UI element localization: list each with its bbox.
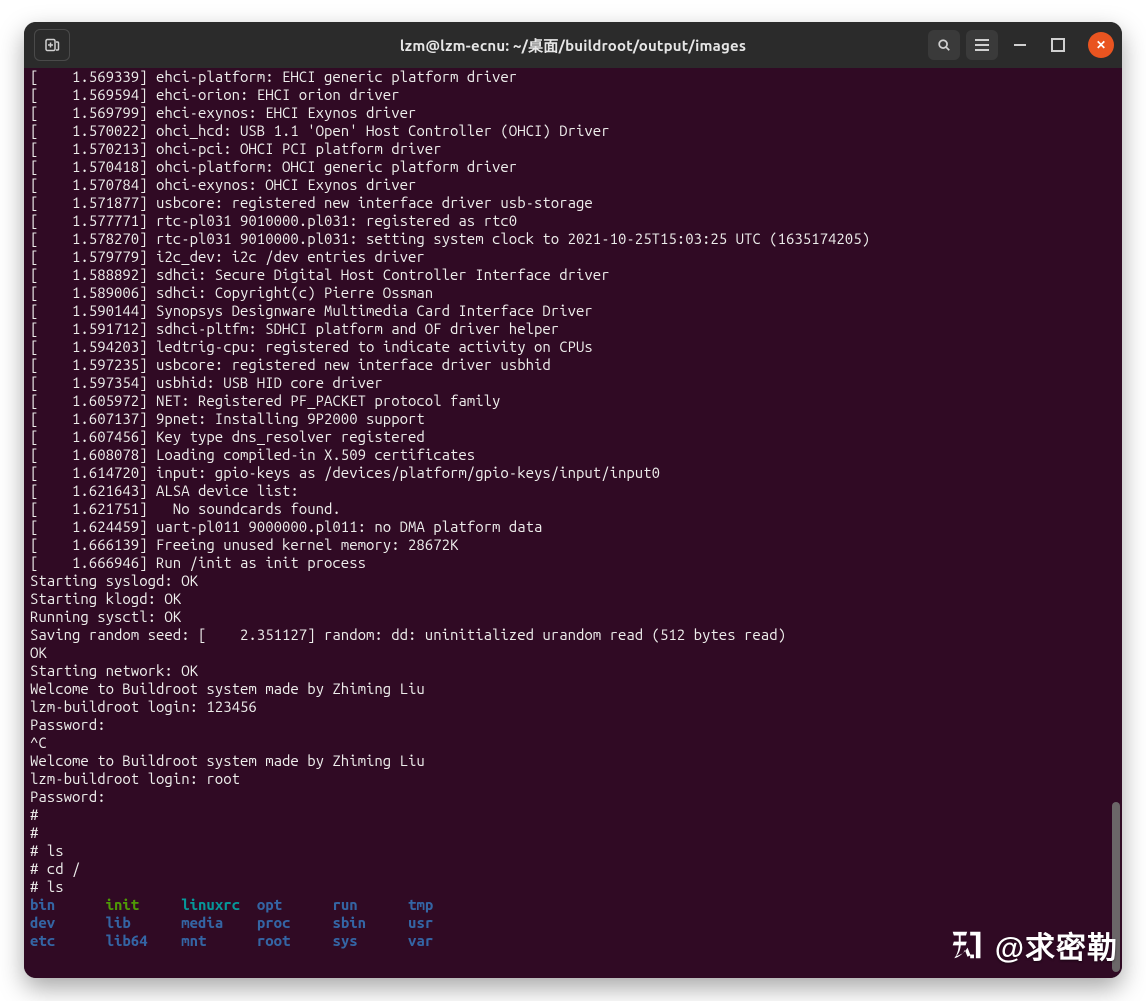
ls-entry: media	[181, 914, 257, 931]
kernel-log-line: [ 1.624459] uart-pl011 9000000.pl011: no…	[30, 518, 1116, 536]
terminal-line: Welcome to Buildroot system made by Zhim…	[30, 752, 1116, 770]
kernel-log-line: [ 1.621643] ALSA device list:	[30, 482, 1116, 500]
terminal-line: # ls	[30, 842, 1116, 860]
ls-entry: tmp	[408, 896, 484, 913]
kernel-log-line: [ 1.666139] Freeing unused kernel memory…	[30, 536, 1116, 554]
kernel-log-line: [ 1.608078] Loading compiled-in X.509 ce…	[30, 446, 1116, 464]
minimize-icon	[1014, 44, 1026, 46]
ls-entry: sbin	[332, 914, 408, 931]
kernel-log-line: [ 1.569594] ehci-orion: EHCI orion drive…	[30, 86, 1116, 104]
terminal-line: Welcome to Buildroot system made by Zhim…	[30, 680, 1116, 698]
maximize-button[interactable]	[1042, 30, 1074, 60]
kernel-log-line: [ 1.569339] ehci-platform: EHCI generic …	[30, 68, 1116, 86]
kernel-log-line: [ 1.594203] ledtrig-cpu: registered to i…	[30, 338, 1116, 356]
ls-entry: lib	[106, 914, 182, 931]
terminal-line: Saving random seed: [ 2.351127] random: …	[30, 626, 1116, 644]
terminal-viewport[interactable]: [ 1.569339] ehci-platform: EHCI generic …	[24, 68, 1122, 978]
kernel-log-line: [ 1.597354] usbhid: USB HID core driver	[30, 374, 1116, 392]
terminal-line: Running sysctl: OK	[30, 608, 1116, 626]
ls-row: dev lib media proc sbin usr	[30, 914, 1116, 932]
ls-entry: run	[332, 896, 408, 913]
search-icon	[937, 38, 951, 52]
terminal-line: #	[30, 824, 1116, 842]
terminal-line: # cd /	[30, 860, 1116, 878]
kernel-log-line: [ 1.588892] sdhci: Secure Digital Host C…	[30, 266, 1116, 284]
terminal-line: OK	[30, 644, 1116, 662]
terminal-line: Password:	[30, 716, 1116, 734]
kernel-log-line: [ 1.579779] i2c_dev: i2c /dev entries dr…	[30, 248, 1116, 266]
kernel-log-line: [ 1.570418] ohci-platform: OHCI generic …	[30, 158, 1116, 176]
terminal-line: Starting klogd: OK	[30, 590, 1116, 608]
kernel-log-line: [ 1.569799] ehci-exynos: EHCI Exynos dri…	[30, 104, 1116, 122]
kernel-log-line: [ 1.570784] ohci-exynos: OHCI Exynos dri…	[30, 176, 1116, 194]
ls-entry: init	[106, 896, 182, 913]
terminal-content: [ 1.569339] ehci-platform: EHCI generic …	[30, 68, 1116, 950]
new-tab-icon	[44, 37, 60, 53]
ls-entry: var	[408, 932, 484, 949]
close-icon: ✕	[1096, 38, 1106, 52]
maximize-icon	[1051, 38, 1065, 52]
ls-entry: usr	[408, 914, 484, 931]
terminal-line: Starting network: OK	[30, 662, 1116, 680]
ls-entry: opt	[257, 896, 333, 913]
ls-row: bin init linuxrc opt run tmp	[30, 896, 1116, 914]
kernel-log-line: [ 1.597235] usbcore: registered new inte…	[30, 356, 1116, 374]
ls-entry: mnt	[181, 932, 257, 949]
kernel-log-line: [ 1.577771] rtc-pl031 9010000.pl031: reg…	[30, 212, 1116, 230]
terminal-line: #	[30, 806, 1116, 824]
ls-entry: etc	[30, 932, 106, 949]
kernel-log-line: [ 1.590144] Synopsys Designware Multimed…	[30, 302, 1116, 320]
kernel-log-line: [ 1.607456] Key type dns_resolver regist…	[30, 428, 1116, 446]
minimize-button[interactable]	[1004, 30, 1036, 60]
kernel-log-line: [ 1.591712] sdhci-pltfm: SDHCI platform …	[30, 320, 1116, 338]
terminal-line: ^C	[30, 734, 1116, 752]
close-button[interactable]: ✕	[1088, 32, 1114, 58]
ls-entry: proc	[257, 914, 333, 931]
kernel-log-line: [ 1.570022] ohci_hcd: USB 1.1 'Open' Hos…	[30, 122, 1116, 140]
scrollbar-thumb[interactable]	[1112, 802, 1120, 972]
terminal-line: Password:	[30, 788, 1116, 806]
terminal-window: lzm@lzm-ecnu: ~/桌面/buildroot/output/imag…	[24, 22, 1122, 978]
terminal-line: # ls	[30, 878, 1116, 896]
ls-entry: root	[257, 932, 333, 949]
kernel-log-line: [ 1.578270] rtc-pl031 9010000.pl031: set…	[30, 230, 1116, 248]
hamburger-icon	[975, 44, 989, 46]
kernel-log-line: [ 1.666946] Run /init as init process	[30, 554, 1116, 572]
hamburger-menu-button[interactable]	[966, 30, 998, 60]
kernel-log-line: [ 1.605972] NET: Registered PF_PACKET pr…	[30, 392, 1116, 410]
ls-row: etc lib64 mnt root sys var	[30, 932, 1116, 950]
search-button[interactable]	[928, 30, 960, 60]
terminal-line: Starting syslogd: OK	[30, 572, 1116, 590]
kernel-log-line: [ 1.570213] ohci-pci: OHCI PCI platform …	[30, 140, 1116, 158]
kernel-log-line: [ 1.614720] input: gpio-keys as /devices…	[30, 464, 1116, 482]
scrollbar-track[interactable]	[1112, 68, 1120, 978]
ls-entry: linuxrc	[181, 896, 257, 913]
new-tab-button[interactable]	[34, 29, 70, 61]
ls-entry: dev	[30, 914, 106, 931]
kernel-log-line: [ 1.607137] 9pnet: Installing 9P2000 sup…	[30, 410, 1116, 428]
kernel-log-line: [ 1.589006] sdhci: Copyright(c) Pierre O…	[30, 284, 1116, 302]
ls-entry: bin	[30, 896, 106, 913]
terminal-line: lzm-buildroot login: root	[30, 770, 1116, 788]
titlebar: lzm@lzm-ecnu: ~/桌面/buildroot/output/imag…	[24, 22, 1122, 68]
ls-entry: lib64	[106, 932, 182, 949]
kernel-log-line: [ 1.571877] usbcore: registered new inte…	[30, 194, 1116, 212]
terminal-line: lzm-buildroot login: 123456	[30, 698, 1116, 716]
kernel-log-line: [ 1.621751] No soundcards found.	[30, 500, 1116, 518]
ls-entry: sys	[332, 932, 408, 949]
